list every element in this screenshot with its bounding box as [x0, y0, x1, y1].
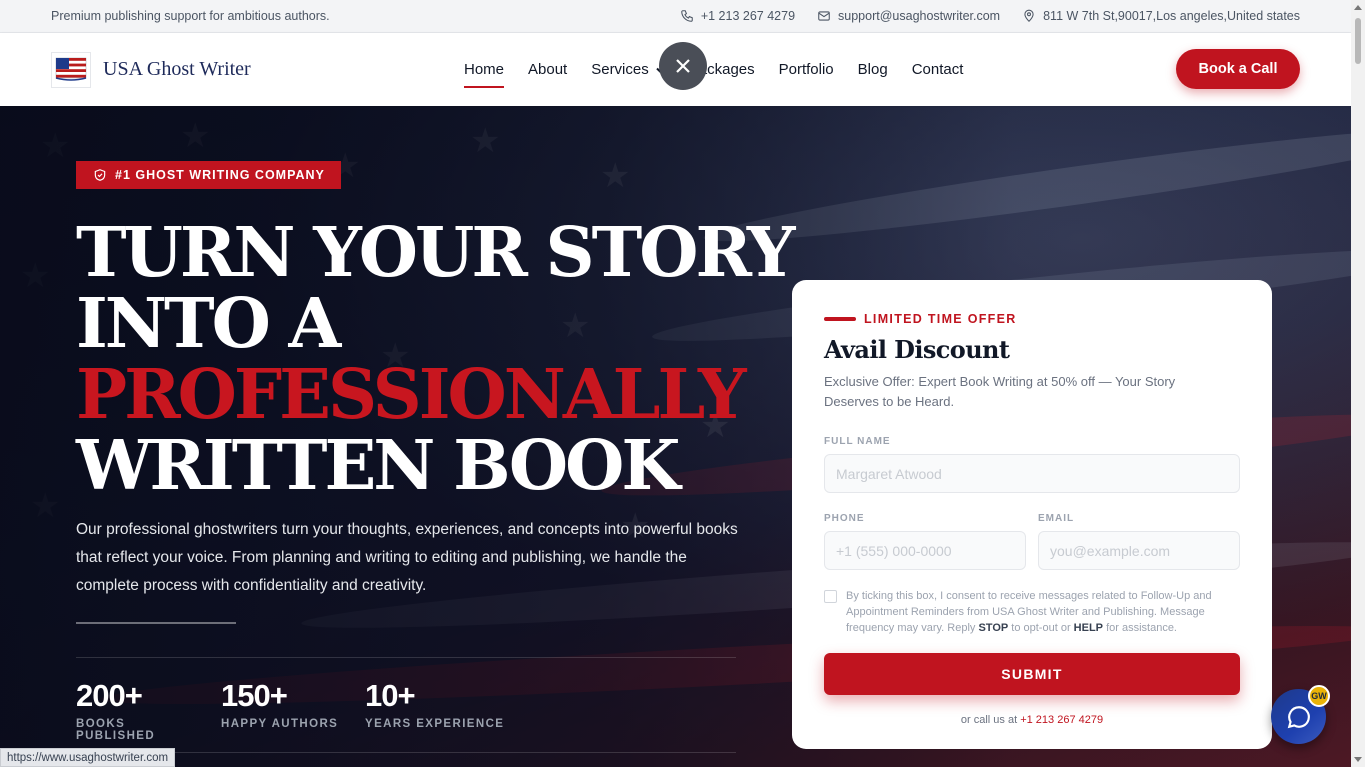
scrollbar-thumb[interactable]	[1355, 18, 1361, 64]
phone-icon	[681, 10, 693, 22]
consent-mid: to opt-out or	[1008, 622, 1074, 634]
headline-line-3: PROFESSIONALLY	[76, 355, 746, 435]
consent-row: By ticking this box, I consent to receiv…	[824, 588, 1240, 636]
top-bar: Premium publishing support for ambitious…	[0, 0, 1351, 33]
email-label: EMAIL	[1038, 513, 1075, 524]
phone-input[interactable]: +1 (555) 000-0000	[824, 531, 1026, 570]
close-icon	[676, 59, 690, 73]
headline-line-1: TURN YOUR STORY	[76, 213, 795, 293]
email-input[interactable]: you@example.com	[1038, 531, 1240, 570]
shield-check-icon	[94, 169, 106, 181]
site-logo[interactable]: USA Ghost Writer	[51, 51, 251, 88]
call-us-text: or call us at +1 213 267 4279	[824, 714, 1240, 726]
contact-row: PHONE +1 (555) 000-0000 EMAIL you@exampl…	[824, 493, 1240, 570]
consent-checkbox[interactable]	[824, 590, 837, 603]
topbar-phone[interactable]: +1 213 267 4279	[680, 9, 795, 23]
chat-badge: GW	[1308, 685, 1330, 707]
consent-stop: STOP	[978, 622, 1009, 634]
stat-label: YEARS EXPERIENCE	[365, 718, 505, 730]
stat-years: 10+ YEARS EXPERIENCE	[365, 678, 505, 742]
hero-badge-text: #1 GHOST WRITING COMPANY	[115, 168, 325, 182]
offer-bar	[824, 317, 856, 321]
logo-flag-book-icon	[51, 51, 91, 88]
chat-bubble-icon	[1287, 705, 1310, 728]
hero-badge: #1 GHOST WRITING COMPANY	[76, 161, 341, 189]
stat-value: 10+	[365, 678, 416, 713]
overlay-close-button[interactable]	[659, 42, 707, 90]
submit-button[interactable]: SUBMIT	[824, 653, 1240, 695]
topbar-email-text: support@usaghostwriter.com	[838, 9, 1001, 23]
hero-stats: 200+ BOOKS PUBLISHED 150+ HAPPY AUTHORS …	[76, 678, 505, 742]
mail-icon	[818, 11, 830, 21]
scroll-down-arrow-icon[interactable]	[1354, 757, 1362, 762]
topbar-tagline: Premium publishing support for ambitious…	[51, 9, 330, 23]
full-name-input[interactable]: Margaret Atwood	[824, 454, 1240, 493]
stat-value: 200+	[76, 678, 143, 713]
page-scrollbar[interactable]	[1351, 0, 1365, 767]
logo-text: USA Ghost Writer	[103, 58, 251, 80]
nav-about-label: About	[528, 61, 568, 78]
nav-about[interactable]: About	[528, 55, 567, 84]
stat-label: BOOKS PUBLISHED	[76, 718, 156, 742]
nav-contact[interactable]: Contact	[912, 55, 964, 84]
nav-home-label: Home	[464, 61, 505, 78]
browser-status-url: https://www.usaghostwriter.com	[0, 748, 176, 767]
offer-eyebrow-text: LIMITED TIME OFFER	[864, 312, 1017, 326]
consent-text: By ticking this box, I consent to receiv…	[846, 588, 1240, 636]
nav-services-label: Services	[591, 61, 649, 78]
call-us-prefix: or call us at	[960, 714, 1021, 726]
nav-blog[interactable]: Blog	[858, 55, 888, 84]
nav-services[interactable]: Services	[591, 55, 665, 84]
topbar-address: 811 W 7th St,90017,Los angeles,United st…	[1022, 9, 1300, 23]
headline-line-2: INTO A	[76, 284, 341, 364]
scroll-up-arrow-icon[interactable]	[1354, 5, 1362, 10]
consent-suffix: for assistance.	[1103, 622, 1177, 634]
full-name-label: FULL NAME	[824, 436, 891, 447]
phone-group: PHONE +1 (555) 000-0000	[824, 493, 1026, 570]
hero-divider	[76, 622, 236, 624]
stat-authors: 150+ HAPPY AUTHORS	[221, 678, 340, 742]
discount-form-card: LIMITED TIME OFFER Avail Discount Exclus…	[792, 280, 1272, 749]
email-group: EMAIL you@example.com	[1038, 493, 1240, 570]
phone-label: PHONE	[824, 513, 865, 524]
offer-eyebrow: LIMITED TIME OFFER	[824, 312, 1240, 326]
topbar-phone-text: +1 213 267 4279	[700, 9, 796, 23]
nav-contact-label: Contact	[911, 61, 964, 78]
stat-label: HAPPY AUTHORS	[221, 718, 339, 730]
nav-portfolio[interactable]: Portfolio	[779, 55, 834, 84]
headline-line-4: WRITTEN BOOK	[76, 426, 680, 506]
form-subtitle: Exclusive Offer: Expert Book Writing at …	[824, 374, 1176, 409]
topbar-email[interactable]: support@usaghostwriter.com	[817, 9, 1000, 23]
hero-description: Our professional ghostwriters turn your …	[76, 521, 738, 594]
hero-headline: TURN YOUR STORY INTO A PROFESSIONALLY WR…	[76, 213, 795, 506]
stats-top-rule	[76, 657, 736, 658]
consent-help: HELP	[1073, 622, 1104, 634]
stat-books: 200+ BOOKS PUBLISHED	[76, 678, 196, 742]
form-title: Avail Discount	[824, 335, 1010, 364]
call-us-number[interactable]: +1 213 267 4279	[1020, 714, 1103, 726]
book-a-call-button[interactable]: Book a Call	[1176, 49, 1300, 89]
map-pin-icon	[1024, 9, 1034, 22]
stat-value: 150+	[221, 678, 288, 713]
nav-blog-label: Blog	[857, 61, 888, 78]
nav-home[interactable]: Home	[464, 55, 505, 88]
main-nav: Home About Services Packages Portfolio B…	[464, 55, 964, 88]
topbar-address-text: 811 W 7th St,90017,Los angeles,United st…	[1043, 9, 1300, 23]
chat-widget-button[interactable]: GW	[1271, 685, 1330, 744]
nav-portfolio-label: Portfolio	[778, 61, 834, 78]
